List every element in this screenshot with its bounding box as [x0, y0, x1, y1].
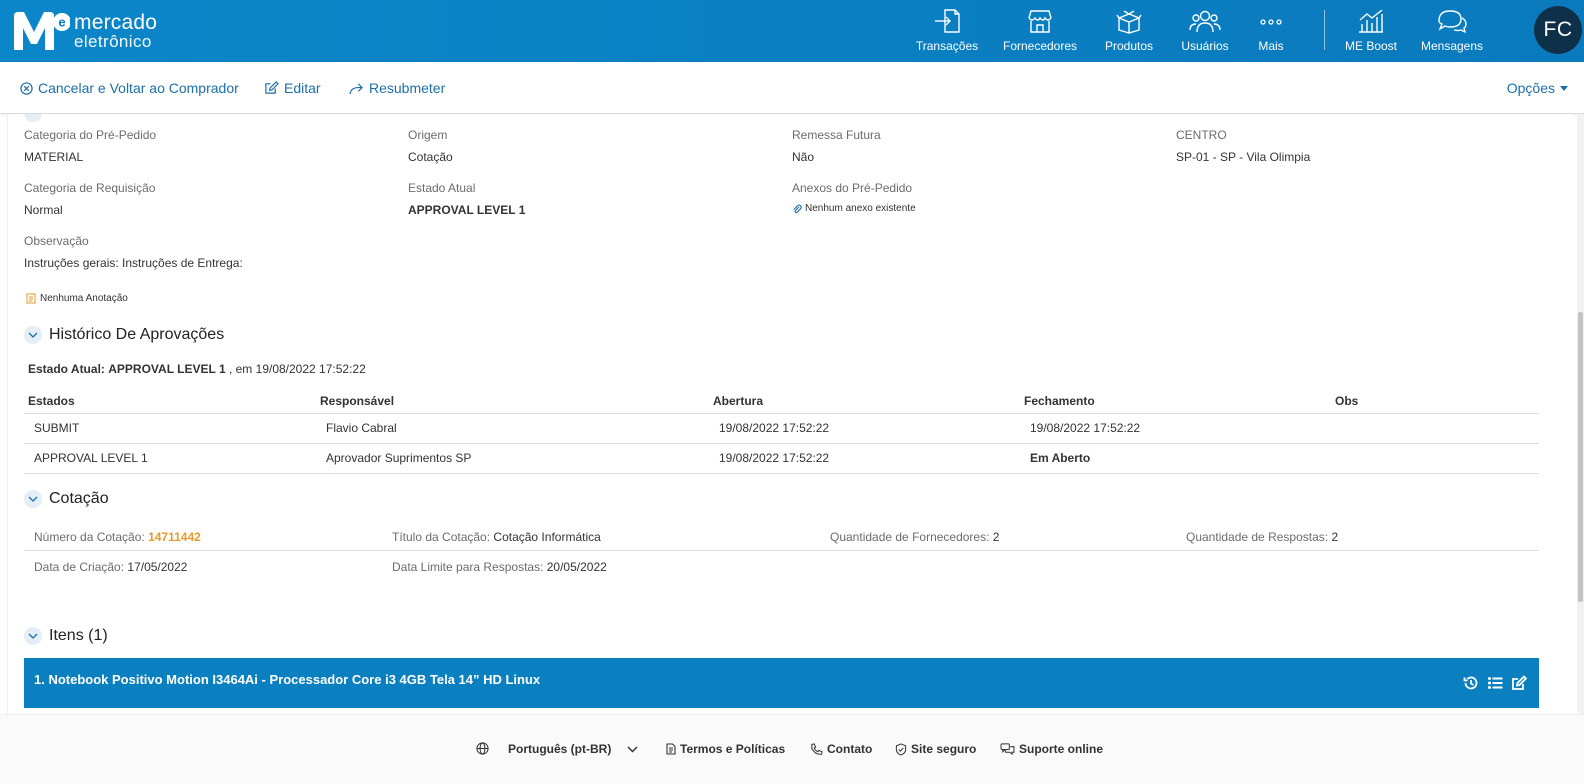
cancel-circle-icon	[20, 81, 33, 95]
nav-transacoes[interactable]: Transações	[916, 0, 978, 62]
action-bar: Cancelar e Voltar ao Comprador Editar Re…	[0, 62, 1584, 114]
online-support-link[interactable]: Suporte online	[1000, 742, 1103, 756]
chart-icon	[1359, 9, 1383, 33]
section-cotacao-title[interactable]: Cotação	[24, 490, 109, 508]
footer: Português (pt-BR) Termos e Políticas Con…	[0, 714, 1584, 784]
approver-link[interactable]: Aprovador Suprimentos SP	[316, 443, 709, 474]
phone-icon	[811, 742, 823, 755]
col-estados: Estados	[24, 389, 316, 414]
document-icon	[666, 743, 676, 755]
edit-icon[interactable]	[1511, 675, 1527, 691]
field-observacao: Observação Instruções gerais: Instruções…	[24, 234, 243, 270]
paperclip-icon	[793, 204, 802, 213]
nav-fornecedores[interactable]: Fornecedores	[1003, 0, 1077, 62]
list-icon[interactable]	[1487, 675, 1503, 691]
col-obs: Obs	[1331, 389, 1539, 414]
section-historico-title[interactable]: Histórico De Aprovações	[24, 326, 224, 344]
cotacao-row-2: Data de Criação: 17/05/2022 Data Limite …	[24, 551, 1539, 581]
edit-icon	[265, 81, 279, 94]
brand-name-line1: mercado	[74, 11, 158, 34]
cotacao-number-link[interactable]: 14711442	[148, 530, 201, 544]
col-abertura: Abertura	[709, 389, 1020, 414]
chat-icon	[1000, 743, 1015, 755]
brand-name-line2: eletrônico	[74, 32, 152, 51]
transactions-icon	[935, 9, 960, 33]
nav-usuarios[interactable]: Usuários	[1180, 0, 1230, 62]
caret-down-icon	[1560, 86, 1568, 91]
cancel-return-button[interactable]: Cancelar e Voltar ao Comprador	[20, 80, 239, 96]
table-header-row: Estados Responsável Abertura Fechamento …	[24, 389, 1539, 414]
field-estado-atual: Estado Atual APPROVAL LEVEL 1	[408, 181, 526, 217]
terms-link[interactable]: Termos e Políticas	[666, 742, 785, 756]
approval-history-table: Estados Responsável Abertura Fechamento …	[24, 389, 1539, 474]
field-categoria-requisicao: Categoria de Requisição Normal	[24, 181, 156, 217]
cotacao-row-1: Número da Cotação: 14711442 Título da Co…	[24, 521, 1539, 551]
field-origem: Origem Cotação	[408, 128, 453, 164]
field-remessa-futura: Remessa Futura Não	[792, 128, 881, 164]
field-categoria-pre-pedido: Categoria do Pré-Pedido MATERIAL	[24, 128, 157, 164]
cotacao-data-criacao: Data de Criação: 17/05/2022	[34, 560, 188, 574]
main-content: Categoria do Pré-Pedido MATERIAL Origem …	[7, 114, 1572, 714]
messages-icon	[1438, 10, 1467, 34]
resubmit-button[interactable]: Resubmeter	[349, 80, 445, 96]
table-row: SUBMIT Flavio Cabral 19/08/2022 17:52:22…	[24, 413, 1539, 444]
share-arrow-icon	[349, 82, 363, 94]
history-icon[interactable]	[1463, 675, 1479, 691]
globe-icon	[476, 742, 489, 755]
mercado-eletronico-logo-icon: e	[14, 12, 70, 50]
nav-separator	[1324, 10, 1325, 50]
edit-button[interactable]: Editar	[264, 80, 321, 96]
cotacao-numero: Número da Cotação: 14711442	[34, 530, 201, 544]
col-responsavel: Responsável	[316, 389, 709, 414]
note-icon	[26, 293, 36, 304]
shield-check-icon	[895, 742, 907, 756]
svg-text:e: e	[58, 15, 65, 30]
scrollbar-thumb[interactable]	[1578, 312, 1583, 602]
top-navbar: e mercado eletrônico Transações Forneced…	[0, 0, 1584, 62]
user-avatar[interactable]: FC	[1534, 6, 1582, 54]
item-title: 1. Notebook Positivo Motion I3464Ai - Pr…	[34, 672, 541, 687]
section-itens-title[interactable]: Itens (1)	[24, 627, 108, 645]
cotacao-titulo: Título da Cotação: Cotação Informática	[392, 530, 601, 544]
more-icon	[1260, 19, 1282, 25]
chevron-down-icon	[24, 490, 42, 508]
page-scrollbar[interactable]	[1577, 114, 1584, 714]
status-open-badge: Em Aberto	[1020, 443, 1331, 474]
no-attachments-text: Nenhum anexo existente	[805, 203, 916, 214]
cotacao-qtd-respostas: Quantidade de Respostas: 2	[1186, 530, 1339, 544]
suppliers-icon	[1028, 10, 1052, 33]
nav-mais[interactable]: Mais	[1254, 0, 1288, 62]
contact-link[interactable]: Contato	[810, 742, 872, 756]
table-row: APPROVAL LEVEL 1 Aprovador Suprimentos S…	[24, 443, 1539, 474]
field-anexos: Anexos do Pré-Pedido Nenhum anexo existe…	[792, 181, 916, 214]
col-fechamento: Fechamento	[1020, 389, 1331, 414]
current-state-line: Estado Atual: APPROVAL LEVEL 1 , em 19/0…	[28, 362, 366, 376]
annotation-note[interactable]: Nenhuma Anotação	[26, 293, 128, 304]
nav-me-boost[interactable]: ME Boost	[1340, 0, 1402, 62]
item-header-bar[interactable]: 1. Notebook Positivo Motion I3464Ai - Pr…	[24, 658, 1539, 708]
users-icon	[1189, 10, 1221, 33]
products-icon	[1116, 10, 1142, 34]
chevron-down-icon	[24, 627, 42, 645]
cotacao-data-limite: Data Limite para Respostas: 20/05/2022	[392, 560, 607, 574]
nav-mensagens[interactable]: Mensagens	[1420, 0, 1484, 62]
chevron-down-icon	[627, 745, 638, 753]
secure-site-link[interactable]: Site seguro	[895, 742, 976, 756]
nav-produtos[interactable]: Produtos	[1103, 0, 1155, 62]
options-dropdown[interactable]: Opções	[1507, 80, 1568, 96]
field-centro: CENTRO SP-01 - SP - Vila Olimpia	[1176, 128, 1311, 164]
collapsed-section-chevron-icon[interactable]	[24, 114, 42, 122]
cotacao-qtd-fornecedores: Quantidade de Fornecedores: 2	[830, 530, 1000, 544]
chevron-down-icon	[24, 326, 42, 344]
brand-logo[interactable]: e mercado eletrônico	[12, 8, 157, 54]
language-select[interactable]: Português (pt-BR)	[508, 742, 642, 756]
